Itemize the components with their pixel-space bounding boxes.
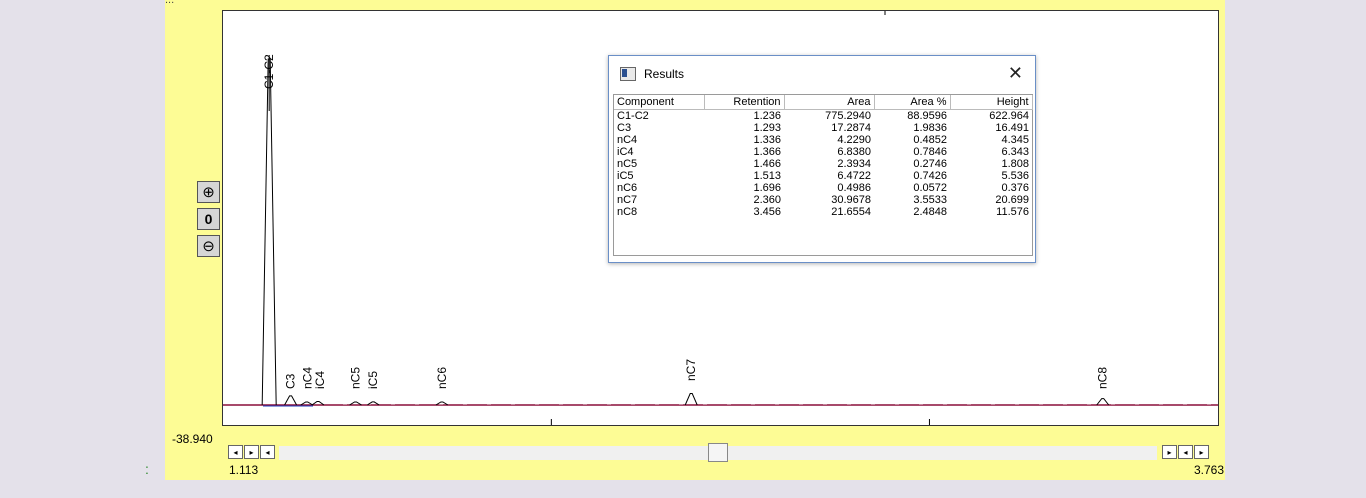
peak-label: iC4	[313, 371, 327, 389]
table-cell: 21.6554	[831, 206, 871, 218]
table-cell: C1-C2	[617, 110, 649, 122]
zoom-out-button[interactable]: ⊖	[197, 235, 220, 257]
table-row[interactable]: nC8 3.456 21.6554 2.4848 11.576	[614, 206, 1032, 218]
table-cell: 88.9596	[907, 110, 947, 122]
panel-header-text: ...	[165, 0, 175, 6]
peak-label: nC8	[1096, 367, 1110, 389]
table-row[interactable]: nC4 1.336 4.2290 0.4852 4.345	[614, 134, 1032, 146]
table-cell: 6.4722	[837, 170, 871, 182]
scroll-right-button[interactable]: ▸	[244, 445, 259, 459]
table-cell: 1.466	[753, 158, 781, 170]
scroll-right-group: ▸ ◂ ▸	[1162, 445, 1210, 459]
table-cell: 4.2290	[837, 134, 871, 146]
table-row[interactable]: iC5 1.513 6.4722 0.7426 5.536	[614, 170, 1032, 182]
column-header[interactable]: Area %	[874, 95, 951, 110]
scroll-left-group: ◂ ▸ ◂	[228, 445, 276, 459]
table-cell: 622.964	[989, 110, 1029, 122]
peak-label: iC5	[366, 371, 380, 389]
column-header[interactable]: Component	[614, 95, 705, 110]
peak-label: nC7	[684, 359, 698, 381]
scroll-left-end-button[interactable]: ◂	[1178, 445, 1193, 459]
peak-label: C3	[284, 373, 298, 389]
zoom-reset-icon: 0	[204, 211, 213, 227]
table-row[interactable]: C3 1.293 17.2874 1.9836 16.491	[614, 122, 1032, 134]
column-header[interactable]: Retention	[704, 95, 785, 110]
table-cell: 0.0572	[913, 182, 947, 194]
results-window: Results ✕ Component Retention Area Area % He…	[608, 55, 1036, 263]
table-row[interactable]: nC5 1.466 2.3934 0.2746 1.808	[614, 158, 1032, 170]
window-icon	[620, 66, 636, 81]
table-cell: nC5	[617, 158, 638, 170]
table-row[interactable]: C1-C2 1.236 775.2940 88.9596 622.964	[614, 110, 1032, 123]
table-cell: 6.8380	[837, 146, 871, 158]
table-row[interactable]: iC4 1.366 6.8380 0.7846 6.343	[614, 146, 1032, 158]
table-cell: 0.7426	[913, 170, 947, 182]
peak-nc7	[684, 393, 698, 406]
zoom-out-icon: ⊖	[202, 237, 215, 255]
table-cell: 3.456	[753, 206, 781, 218]
y-min-label: -38.940	[172, 432, 213, 446]
peak-label: nC5	[349, 367, 363, 389]
peak-c3	[284, 395, 298, 406]
results-table-container: Component Retention Area Area % Height C1-C2…	[613, 94, 1033, 256]
column-header[interactable]: Area	[784, 95, 875, 110]
results-titlebar[interactable]: Results ✕	[609, 56, 1035, 91]
table-cell: C3	[617, 122, 632, 134]
table-cell: 17.2874	[831, 122, 871, 134]
table-cell: 2.3934	[837, 158, 871, 170]
zoom-reset-button[interactable]: 0	[197, 208, 220, 230]
table-cell: nC8	[617, 206, 638, 218]
close-icon[interactable]: ✕	[1008, 63, 1023, 84]
x-max-label: 3.763	[1193, 463, 1224, 477]
table-row[interactable]: nC6 1.696 0.4986 0.0572 0.376	[614, 182, 1032, 194]
status-colon: :	[145, 461, 149, 477]
table-cell: 1.808	[1001, 158, 1029, 170]
peak-label: C1-C2	[262, 54, 276, 89]
x-min-label: 1.113	[229, 463, 259, 477]
results-table: Component Retention Area Area % Height C1-C2…	[614, 95, 1033, 218]
table-cell: 1.696	[753, 182, 781, 194]
table-cell: 2.4848	[913, 206, 947, 218]
zoom-in-button[interactable]: ⊕	[197, 181, 220, 203]
table-cell: 1.293	[753, 122, 781, 134]
peak-nc8	[1096, 398, 1110, 406]
column-header[interactable]: Height	[950, 95, 1033, 110]
results-title: Results	[644, 66, 685, 81]
table-cell: 1.513	[753, 170, 781, 182]
scroll-right-end-button-2[interactable]: ▸	[1194, 445, 1209, 459]
table-cell: iC4	[617, 146, 634, 158]
table-cell: 0.376	[1001, 182, 1029, 194]
table-cell: nC6	[617, 182, 638, 194]
table-cell: 11.576	[996, 206, 1029, 218]
table-cell: 5.536	[1001, 170, 1029, 182]
scroll-right-end-button[interactable]: ▸	[1162, 445, 1177, 459]
table-cell: 2.360	[753, 194, 781, 206]
table-cell: iC5	[617, 170, 634, 182]
table-cell: 3.5533	[913, 194, 947, 206]
table-cell: 1.366	[753, 146, 781, 158]
scroll-left-button-2[interactable]: ◂	[260, 445, 275, 459]
peak-label: nC6	[435, 367, 449, 389]
table-cell: 0.7846	[913, 146, 947, 158]
table-cell: 1.9836	[913, 122, 947, 134]
table-cell: nC7	[617, 194, 638, 206]
table-row[interactable]: nC7 2.360 30.9678 3.5533 20.699	[614, 194, 1032, 206]
scroll-left-button[interactable]: ◂	[228, 445, 243, 459]
table-cell: 16.491	[995, 122, 1029, 134]
table-cell: nC4	[617, 134, 638, 146]
table-cell: 0.4986	[837, 182, 871, 194]
table-cell: 30.9678	[831, 194, 871, 206]
table-cell: 1.236	[753, 110, 781, 122]
table-cell: 0.4852	[913, 134, 947, 146]
table-cell: 775.2940	[825, 110, 871, 122]
table-cell: 6.343	[1001, 146, 1029, 158]
horizontal-scroll-thumb[interactable]	[708, 443, 728, 462]
table-cell: 20.699	[995, 194, 1029, 206]
zoom-in-icon: ⊕	[202, 183, 215, 201]
table-cell: 4.345	[1001, 134, 1029, 146]
table-cell: 1.336	[753, 134, 781, 146]
table-cell: 0.2746	[913, 158, 947, 170]
